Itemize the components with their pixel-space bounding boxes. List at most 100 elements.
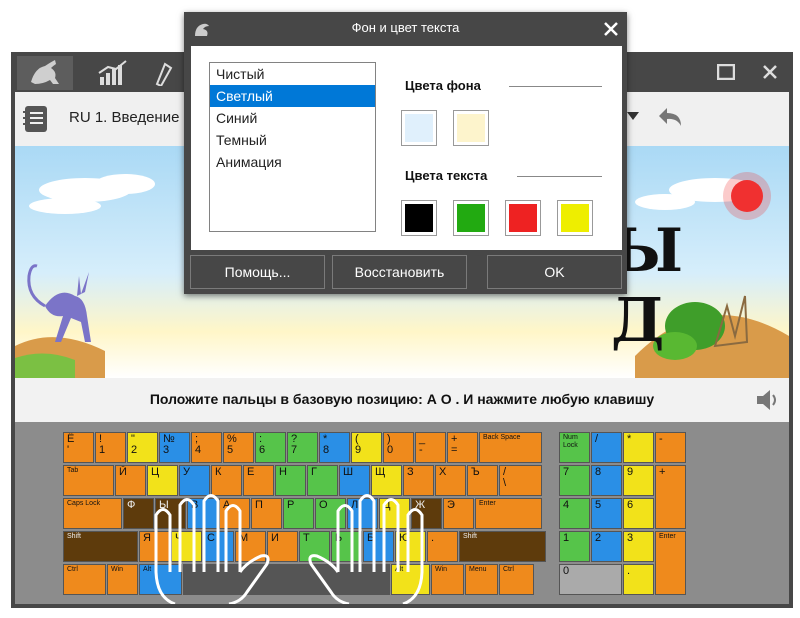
dialog-title: Фон и цвет текста	[351, 20, 460, 35]
tab-statistics[interactable]	[85, 56, 141, 90]
keyboard-key: ! 1	[95, 432, 126, 463]
keyboard-key: Ф	[123, 498, 154, 529]
keyboard-key: 0	[559, 564, 622, 595]
keyboard-key: Enter	[475, 498, 542, 529]
kangaroo-icon	[31, 60, 59, 84]
lesson-letters: Ы Д	[611, 216, 710, 356]
theme-list[interactable]: Чистый Светлый Синий Темный Анимация	[209, 62, 376, 232]
keyboard-key: *	[623, 432, 654, 463]
keyboard-key: .	[623, 564, 654, 595]
keyboard-key: Ю	[395, 531, 426, 562]
keyboard-key: М	[235, 531, 266, 562]
keyboard-key: Ч	[171, 531, 202, 562]
bg-color-swatch[interactable]	[453, 110, 489, 146]
keyboard-key: П	[251, 498, 282, 529]
keyboard-key: К	[211, 465, 242, 496]
maximize-button[interactable]	[711, 58, 741, 86]
virtual-keyboard: Ё '! 1 " 2 № 3; 4% 5: 6? 7 * 8( 9) 0 _ - + = B…	[15, 422, 789, 604]
instruction-bar: Положите пальцы в базовую позицию: А О .…	[15, 378, 789, 422]
speaker-icon[interactable]	[755, 388, 781, 412]
keyboard-key: С	[203, 531, 234, 562]
keyboard-key: Back Space	[479, 432, 542, 463]
keyboard-key: Ы	[155, 498, 186, 529]
keyboard-key: / \	[499, 465, 542, 496]
keyboard-key: Ш	[339, 465, 370, 496]
theme-item[interactable]: Светлый	[210, 85, 375, 107]
close-icon	[763, 65, 777, 79]
keyboard-key: .	[427, 531, 458, 562]
keyboard-key: ? 7	[287, 432, 318, 463]
keyboard-key: Ctrl	[499, 564, 534, 595]
keyboard-key: 7	[559, 465, 590, 496]
undo-icon[interactable]	[655, 106, 685, 130]
background-color-dialog: Фон и цвет текста Чистый Светлый Синий Темн…	[184, 12, 627, 294]
close-icon[interactable]	[600, 18, 622, 40]
keyboard-key: Shift	[459, 531, 546, 562]
keyboard-key: Б	[363, 531, 394, 562]
tab-settings[interactable]	[151, 56, 181, 90]
keyboard-key: Ц	[147, 465, 178, 496]
keyboard-key: Т	[299, 531, 330, 562]
tab-training[interactable]	[17, 56, 73, 90]
keyboard-key: " 2	[127, 432, 158, 463]
theme-item[interactable]: Анимация	[210, 151, 375, 173]
chevron-down-icon[interactable]	[627, 112, 639, 120]
theme-item[interactable]: Синий	[210, 107, 375, 129]
help-button[interactable]: Помощь...	[190, 255, 325, 289]
keyboard-key: Alt	[391, 564, 430, 595]
keyboard-key: Caps Lock	[63, 498, 122, 529]
brush-icon	[155, 62, 173, 86]
bg-colors-divider	[509, 86, 602, 87]
keyboard-key	[183, 564, 390, 595]
keyboard-key: +	[655, 465, 686, 529]
keyboard-key: Е	[243, 465, 274, 496]
keyboard-key: Щ	[371, 465, 402, 496]
keyboard-key: Enter	[655, 531, 686, 595]
keyboard-key: _ -	[415, 432, 446, 463]
keyboard-key: -	[655, 432, 686, 463]
lesson-title[interactable]: RU 1. Введение	[69, 109, 179, 126]
keyboard-key: Д	[379, 498, 410, 529]
keyboard-key: Р	[283, 498, 314, 529]
theme-item[interactable]: Чистый	[210, 63, 375, 85]
text-color-swatch[interactable]	[505, 200, 541, 236]
bg-color-swatch[interactable]	[401, 110, 437, 146]
text-color-swatch[interactable]	[557, 200, 593, 236]
keyboard-key: № 3	[159, 432, 190, 463]
keyboard-key: Ж	[411, 498, 442, 529]
keyboard-key: Num Lock	[559, 432, 590, 463]
text-color-swatch[interactable]	[401, 200, 437, 236]
keyboard-key: 6	[623, 498, 654, 529]
keyboard-key: Х	[435, 465, 466, 496]
keyboard-key: ( 9	[351, 432, 382, 463]
text-colors-label: Цвета текста	[405, 168, 488, 183]
text-color-swatch[interactable]	[453, 200, 489, 236]
keyboard-key: ; 4	[191, 432, 222, 463]
theme-item[interactable]: Темный	[210, 129, 375, 151]
keyboard-key: 1	[559, 531, 590, 562]
keyboard-key: 5	[591, 498, 622, 529]
keyboard-key: Win	[107, 564, 138, 595]
keyboard-key: Э	[443, 498, 474, 529]
close-button[interactable]	[755, 58, 785, 86]
dialog-body: Чистый Светлый Синий Темный Анимация Цвета ф…	[191, 46, 622, 250]
keyboard-key: Г	[307, 465, 338, 496]
keyboard-key: : 6	[255, 432, 286, 463]
keyboard-key: /	[591, 432, 622, 463]
instruction-text: Положите пальцы в базовую позицию: А О .…	[149, 391, 655, 407]
keyboard-key: Й	[115, 465, 146, 496]
keyboard-key: Л	[347, 498, 378, 529]
notebook-icon[interactable]	[21, 104, 51, 134]
keyboard-key: Menu	[465, 564, 498, 595]
restore-button[interactable]: Восстановить	[332, 255, 467, 289]
keyboard-key: Н	[275, 465, 306, 496]
keyboard-key: % 5	[223, 432, 254, 463]
keyboard-key: Ъ	[467, 465, 498, 496]
maximize-icon	[717, 64, 735, 80]
ok-button[interactable]: OK	[487, 255, 622, 289]
keyboard-key: Tab	[63, 465, 114, 496]
bg-colors-label: Цвета фона	[405, 78, 481, 93]
keyboard-key: Я	[139, 531, 170, 562]
bar-chart-icon	[98, 60, 127, 85]
keyboard-key: Alt	[139, 564, 182, 595]
